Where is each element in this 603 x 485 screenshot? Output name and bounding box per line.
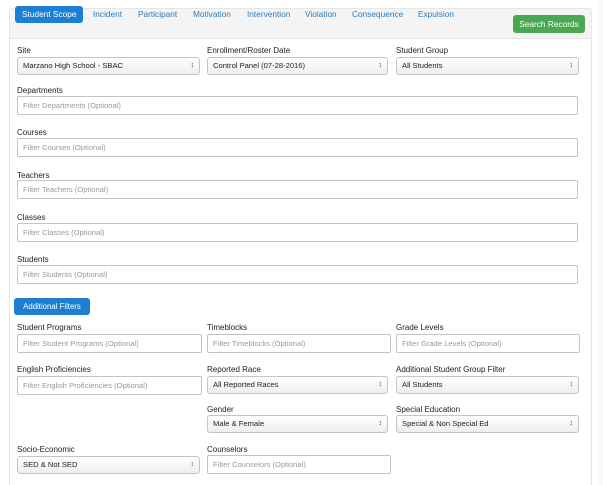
enrollment-value: Control Panel (07-28-2016) xyxy=(213,61,306,70)
search-panel xyxy=(9,8,592,485)
tab-student-scope[interactable]: Student Scope xyxy=(15,6,84,23)
additional-filters-button[interactable]: Additional Filters xyxy=(14,298,90,315)
site-value: Marzano High School - SBAC xyxy=(23,61,124,70)
reported-race-label: Reported Race xyxy=(207,365,261,374)
gender-value: Male & Female xyxy=(213,419,265,428)
students-label: Students xyxy=(17,255,49,264)
search-records-button[interactable]: Search Records xyxy=(513,15,585,33)
student-group-label: Student Group xyxy=(396,46,449,55)
departments-label: Departments xyxy=(17,86,63,95)
special-education-label: Special Education xyxy=(396,405,461,414)
tab-motivation[interactable]: Motivation xyxy=(193,9,231,20)
english-proficiencies-label: English Proficiencies xyxy=(17,365,91,374)
grade-levels-label: Grade Levels xyxy=(396,323,444,332)
socio-economic-select[interactable]: SED & Not SED ↕ xyxy=(17,456,200,474)
english-proficiencies-input[interactable]: Filter English Proficiencies (Optional) xyxy=(17,376,202,395)
departments-input[interactable]: Filter Departments (Optional) xyxy=(17,96,578,115)
gender-label: Gender xyxy=(207,405,234,414)
classes-input[interactable]: Filter Classes (Optional) xyxy=(17,223,578,242)
special-education-select[interactable]: Special & Non Special Ed ↕ xyxy=(396,415,579,433)
additional-student-group-label: Additional Student Group Filter xyxy=(396,365,506,374)
tab-participant[interactable]: Participant xyxy=(138,9,177,20)
tab-incident[interactable]: Incident xyxy=(93,9,122,20)
enrollment-select[interactable]: Control Panel (07-28-2016) ↕ xyxy=(207,57,388,75)
courses-label: Courses xyxy=(17,128,47,137)
courses-input[interactable]: Filter Courses (Optional) xyxy=(17,138,578,157)
updown-arrow-icon: ↕ xyxy=(190,62,195,69)
socio-economic-value: SED & Not SED xyxy=(23,460,78,469)
timeblocks-input[interactable]: Filter Timeblocks (Optional) xyxy=(207,334,391,353)
updown-arrow-icon: ↕ xyxy=(378,381,383,388)
student-group-value: All Students xyxy=(402,61,443,70)
additional-student-group-select[interactable]: All Students ↕ xyxy=(396,376,579,394)
updown-arrow-icon: ↕ xyxy=(569,381,574,388)
gender-select[interactable]: Male & Female ↕ xyxy=(207,415,388,433)
classes-label: Classes xyxy=(17,213,46,222)
student-group-select[interactable]: All Students ↕ xyxy=(396,57,579,75)
special-education-value: Special & Non Special Ed xyxy=(402,419,489,428)
teachers-input[interactable]: Filter Teachers (Optional) xyxy=(17,180,578,199)
scrollbar[interactable] xyxy=(598,0,603,485)
students-input[interactable]: Filter Students (Optional) xyxy=(17,265,578,284)
enrollment-label: Enrollment/Roster Date xyxy=(207,46,291,55)
additional-student-group-value: All Students xyxy=(402,380,443,389)
student-programs-input[interactable]: Filter Student Programs (Optional) xyxy=(17,334,202,353)
updown-arrow-icon: ↕ xyxy=(569,420,574,427)
site-label: Site xyxy=(17,46,31,55)
reported-race-value: All Reported Races xyxy=(213,380,279,389)
grade-levels-input[interactable]: Filter Grade Levels (Optional) xyxy=(396,334,580,353)
updown-arrow-icon: ↕ xyxy=(569,62,574,69)
tab-consequence[interactable]: Consequence xyxy=(352,9,403,20)
updown-arrow-icon: ↕ xyxy=(190,461,195,468)
timeblocks-label: Timeblocks xyxy=(207,323,248,332)
site-select[interactable]: Marzano High School - SBAC ↕ xyxy=(17,57,200,75)
tab-expulsion[interactable]: Expulsion xyxy=(418,9,454,20)
reported-race-select[interactable]: All Reported Races ↕ xyxy=(207,376,388,394)
counselors-input[interactable]: Filter Counselors (Optional) xyxy=(207,455,391,474)
counselors-label: Counselors xyxy=(207,445,248,454)
tab-intervention[interactable]: Intervention xyxy=(247,9,290,20)
updown-arrow-icon: ↕ xyxy=(378,420,383,427)
socio-economic-label: Socio-Economic xyxy=(17,445,75,454)
updown-arrow-icon: ↕ xyxy=(378,62,383,69)
tab-violation[interactable]: Violation xyxy=(305,9,337,20)
student-programs-label: Student Programs xyxy=(17,323,82,332)
